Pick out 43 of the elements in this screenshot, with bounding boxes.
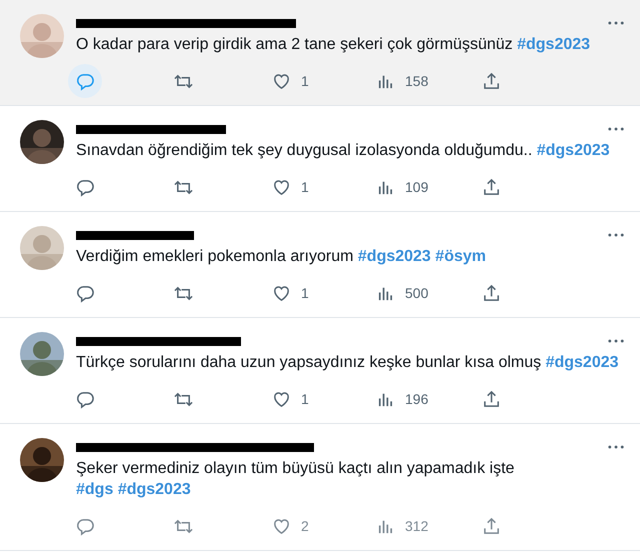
reply-icon <box>76 284 94 302</box>
more-icon[interactable] <box>608 127 624 131</box>
more-icon[interactable] <box>608 445 624 449</box>
like-count: 1 <box>301 73 309 89</box>
view-count: 109 <box>405 179 428 195</box>
share-icon[interactable] <box>482 516 501 536</box>
hashtag-link[interactable]: #dgs2023 <box>358 248 431 265</box>
hashtag-link[interactable]: #dgs2023 <box>536 142 610 159</box>
reply-icon <box>76 178 94 196</box>
tweet-text: Sınavdan öğrendiğim tek şey duygusal izolasyonda olduğumdu.. #dgs2023 <box>76 141 611 161</box>
hashtag-link[interactable]: #ösym <box>435 248 486 265</box>
tweet-text: Türkçe sorularını daha uzun yapsaydınız keşke bunlar kısa olmuş #dgs2023 <box>76 353 620 373</box>
hashtag-link[interactable]: #dgs2023 <box>118 481 191 498</box>
heart-icon[interactable] <box>272 390 291 408</box>
share-icon[interactable] <box>482 284 501 302</box>
reply-icon <box>76 390 94 408</box>
share-icon[interactable] <box>482 178 501 196</box>
tweet-text: O kadar para verip girdik ama 2 tane şekeri çok görmüşsünüz #dgs2023 <box>76 35 592 55</box>
more-icon[interactable] <box>608 339 624 343</box>
reply-button[interactable] <box>68 64 102 98</box>
like-count: 1 <box>301 179 309 195</box>
reply-icon <box>76 72 94 90</box>
like-count: 1 <box>301 391 309 407</box>
heart-icon[interactable] <box>272 516 291 536</box>
reply-icon <box>76 516 94 536</box>
share-icon[interactable] <box>482 390 501 408</box>
view-count: 158 <box>405 73 428 89</box>
tweet-text: Verdiğim emekleri pokemonla arıyorum #dgs2023 #ösym <box>76 247 487 267</box>
heart-icon[interactable] <box>272 178 291 196</box>
view-count: 196 <box>405 391 428 407</box>
like-count: 1 <box>301 285 309 301</box>
more-icon[interactable] <box>608 21 624 25</box>
view-count: 312 <box>405 518 428 534</box>
heart-icon[interactable] <box>272 284 291 302</box>
hashtag-link[interactable]: #dgs2023 <box>517 36 590 53</box>
view-count: 500 <box>405 285 428 301</box>
hashtag-link[interactable]: #dgs <box>76 481 114 498</box>
share-icon[interactable] <box>482 72 501 90</box>
heart-icon[interactable] <box>272 72 291 90</box>
like-count: 2 <box>301 518 309 534</box>
more-icon[interactable] <box>608 233 624 237</box>
tweet-text: Şeker vermediniz olayın tüm büyüsü kaçtı alın yapamadık işte #dgs #dgs2023 <box>76 459 516 500</box>
hashtag-link[interactable]: #dgs2023 <box>546 354 619 371</box>
